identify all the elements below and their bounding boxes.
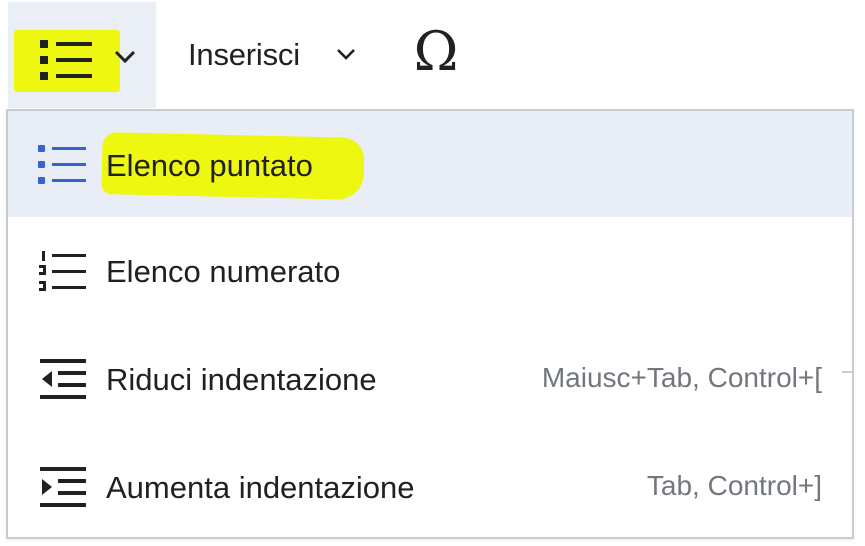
numbered-list-icon bbox=[38, 251, 88, 300]
editor-window: Inserisci Ω Elenco puntato Elenco numera… bbox=[0, 0, 865, 546]
indent-icon bbox=[38, 467, 88, 514]
chevron-down-icon bbox=[114, 50, 136, 69]
menu-item-bullet-list[interactable]: Elenco puntato bbox=[8, 111, 852, 217]
menu-item-outdent[interactable]: Riduci indentazione Maiusc+Tab, Control+… bbox=[8, 325, 852, 431]
menu-item-numbered-list[interactable]: Elenco numerato bbox=[8, 217, 852, 323]
menu-item-label: Riduci indentazione bbox=[106, 362, 377, 397]
insert-menu-button[interactable]: Inserisci bbox=[170, 20, 385, 90]
menu-item-label: Aumenta indentazione bbox=[106, 470, 415, 505]
divider bbox=[842, 371, 852, 373]
special-characters-button[interactable]: Ω bbox=[400, 12, 472, 92]
menu-item-label: Elenco puntato bbox=[106, 148, 313, 183]
outdent-icon bbox=[38, 359, 88, 406]
menu-item-shortcut: Maiusc+Tab, Control+[ bbox=[541, 362, 822, 393]
bullet-list-icon bbox=[38, 145, 88, 190]
chevron-down-icon bbox=[336, 48, 356, 66]
list-format-button[interactable] bbox=[8, 2, 156, 108]
menu-item-label: Elenco numerato bbox=[106, 254, 341, 289]
bullet-list-icon bbox=[40, 39, 96, 86]
menu-item-shortcut: Tab, Control+] bbox=[646, 470, 822, 501]
list-dropdown-menu: Elenco puntato Elenco numerato Riduci in… bbox=[6, 109, 854, 539]
insert-label: Inserisci bbox=[188, 37, 300, 72]
editor-toolbar: Inserisci Ω bbox=[0, 0, 865, 108]
menu-item-indent[interactable]: Aumenta indentazione Tab, Control+] bbox=[8, 433, 852, 539]
